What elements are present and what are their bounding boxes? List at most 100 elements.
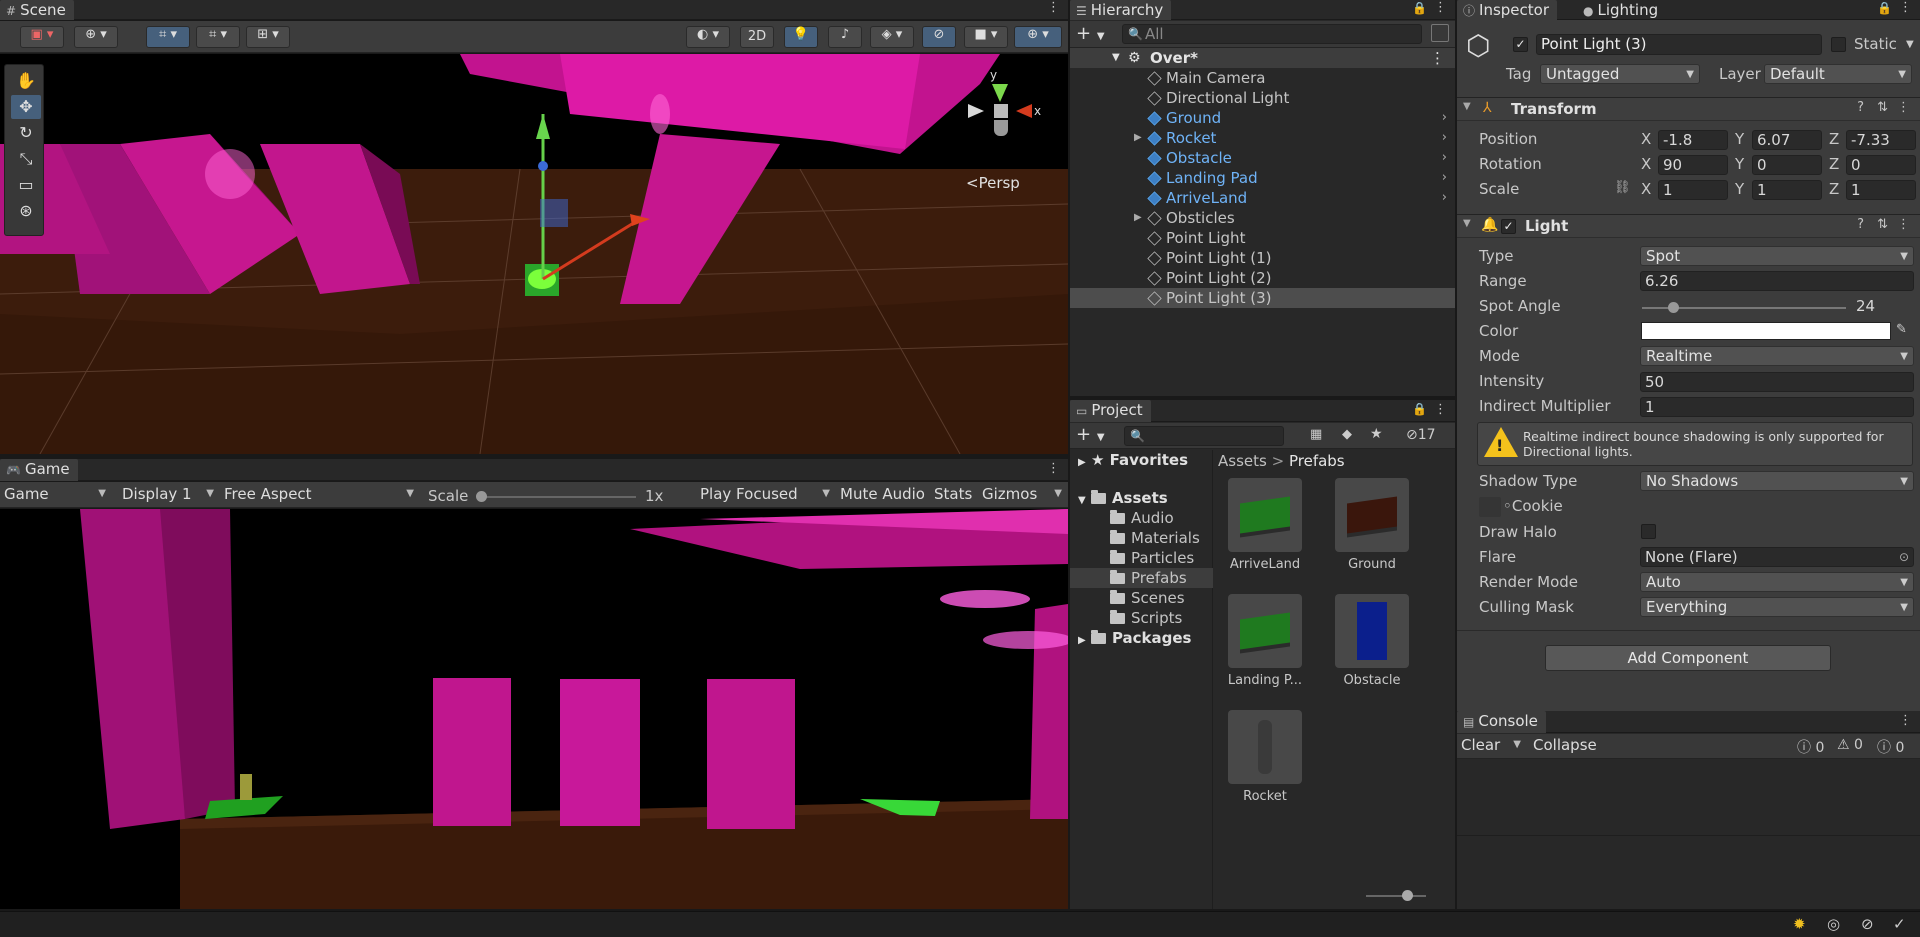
constrain-proportions-icon[interactable]: ⛓	[1614, 180, 1631, 195]
help-icon[interactable]: ?	[1857, 100, 1864, 115]
increment-snap-button[interactable]: ⊞ ▾	[246, 26, 290, 48]
scene-visibility-toggle[interactable]: ⊘	[922, 26, 956, 48]
scene-more-icon[interactable]: ⋮	[1047, 0, 1060, 15]
expand-arrow-icon[interactable]: ▼	[1112, 48, 1120, 68]
chevron-right-icon[interactable]: ›	[1442, 188, 1447, 208]
cache-server-icon[interactable]: ◎	[1827, 915, 1840, 933]
scene-more-icon[interactable]: ⋮	[1430, 48, 1445, 68]
hierarchy-row[interactable]: Main Camera	[1070, 68, 1455, 88]
gizmos-button[interactable]: ⊕ ▾	[1014, 26, 1062, 48]
scale-z-field[interactable]: 1	[1846, 180, 1916, 200]
chevron-right-icon[interactable]: ›	[1442, 128, 1447, 148]
clear-button[interactable]: Clear ▼	[1457, 735, 1525, 757]
rotation-y-field[interactable]: 0	[1752, 155, 1822, 175]
scale-x-field[interactable]: 1	[1658, 180, 1728, 200]
breadcrumb-assets[interactable]: Assets	[1218, 452, 1267, 470]
scene-viewport[interactable]: y x <Persp ✋ ✥ ↻ ⤡ ▭ ⊛	[0, 54, 1068, 454]
check-status-icon[interactable]: ✓	[1893, 915, 1906, 933]
2d-toggle[interactable]: 2D	[740, 26, 774, 48]
expand-arrow-icon[interactable]: ▶	[1134, 208, 1142, 228]
axis-label[interactable]: Z	[1829, 180, 1839, 198]
asset-item[interactable]: ArriveLand	[1215, 475, 1315, 585]
fold-arrow-icon[interactable]: ▼	[1463, 218, 1471, 229]
axis-label[interactable]: Y	[1735, 130, 1744, 148]
range-field[interactable]: 6.26	[1640, 271, 1914, 291]
light-header[interactable]: ▼ 🔔 ✓ Light ? ⇅ ⋮	[1457, 214, 1920, 238]
hierarchy-more-icon[interactable]: ⋮	[1434, 0, 1447, 15]
asset-item[interactable]: Ground	[1322, 475, 1422, 585]
hidden-packages-toggle[interactable]: ⊘17	[1406, 427, 1436, 443]
camera-button[interactable]: ■ ▾	[964, 26, 1008, 48]
breadcrumb-current[interactable]: Prefabs	[1289, 452, 1345, 470]
axis-label[interactable]: Z	[1829, 130, 1839, 148]
gizmo-neg-y-cone[interactable]	[994, 120, 1008, 136]
axis-label[interactable]: X	[1641, 180, 1651, 198]
hierarchy-row[interactable]: Point Light (2)	[1070, 268, 1455, 288]
axis-label[interactable]: X	[1641, 130, 1651, 148]
lighting-status-icon[interactable]: ✹	[1793, 915, 1806, 933]
create-asset-button[interactable]: + ▼	[1076, 424, 1105, 445]
light-enabled-checkbox[interactable]: ✓	[1501, 219, 1516, 234]
tab-inspector[interactable]: ⓘ Inspector	[1457, 0, 1557, 20]
spot-angle-slider[interactable]	[1642, 302, 1846, 313]
tab-console[interactable]: ▤ Console	[1457, 711, 1546, 733]
aspect-dropdown[interactable]: Free Aspect ▼	[220, 484, 418, 506]
color-swatch[interactable]	[1641, 322, 1891, 340]
hierarchy-row[interactable]: Ground ›	[1070, 108, 1455, 128]
tab-game[interactable]: 🎮 Game	[0, 459, 78, 481]
gizmo-neg-x-cone[interactable]	[968, 104, 984, 118]
draw-mode-button[interactable]: ▣ ▾	[20, 26, 64, 48]
expand-arrow-icon[interactable]: ▼	[1078, 495, 1086, 506]
gizmo-y-cone[interactable]	[992, 84, 1008, 102]
hierarchy-row[interactable]: Obstacle ›	[1070, 148, 1455, 168]
lock-icon[interactable]: 🔒	[1877, 1, 1892, 15]
render-mode-dropdown[interactable]: Auto ▼	[1640, 572, 1914, 592]
lock-icon[interactable]: 🔒	[1412, 402, 1427, 416]
inspector-more-icon[interactable]: ⋮	[1899, 0, 1912, 15]
chevron-right-icon[interactable]: ›	[1442, 108, 1447, 128]
axis-label[interactable]: Y	[1735, 155, 1744, 173]
scale-tool-icon[interactable]: ⤡	[11, 147, 41, 171]
tab-scene[interactable]: # Scene	[0, 0, 74, 20]
spot-angle-slider-thumb[interactable]	[1667, 302, 1679, 313]
hand-tool-icon[interactable]: ✋	[11, 69, 41, 93]
tab-project[interactable]: ▭ Project	[1070, 400, 1151, 422]
active-checkbox[interactable]: ✓	[1513, 37, 1528, 52]
hierarchy-search-input[interactable]: 🔍 All	[1122, 24, 1422, 44]
shadow-type-dropdown[interactable]: No Shadows ▼	[1640, 471, 1914, 491]
lighting-toggle[interactable]: 💡	[784, 26, 818, 48]
draw-halo-checkbox[interactable]	[1641, 524, 1656, 539]
scene-root-row[interactable]: ▼ ⚙ Over* ⋮	[1070, 48, 1455, 68]
chevron-right-icon[interactable]: ›	[1442, 168, 1447, 188]
scale-y-field[interactable]: 1	[1752, 180, 1822, 200]
log-count[interactable]: ⓘ 0	[1797, 737, 1824, 757]
scale-slider[interactable]	[476, 491, 636, 502]
static-dropdown-icon[interactable]: ▼	[1906, 39, 1914, 50]
render-mode-button[interactable]: ◐ ▾	[686, 26, 730, 48]
layer-dropdown[interactable]: Default ▼	[1764, 64, 1912, 84]
axis-label[interactable]: X	[1641, 155, 1651, 173]
audio-toggle[interactable]: ♪	[828, 26, 862, 48]
add-component-button[interactable]: Add Component	[1545, 645, 1831, 671]
position-y-field[interactable]: 6.07	[1752, 130, 1822, 150]
rotate-tool-icon[interactable]: ↻	[11, 121, 41, 145]
spot-angle-field[interactable]: 24	[1852, 297, 1914, 317]
folder-row[interactable]: Materials	[1070, 528, 1213, 548]
hierarchy-row[interactable]: Directional Light	[1070, 88, 1455, 108]
game-more-icon[interactable]: ⋮	[1047, 461, 1060, 476]
network-icon[interactable]: ⊘	[1861, 915, 1874, 933]
persp-label[interactable]: <Persp	[966, 174, 1020, 192]
fold-arrow-icon[interactable]: ▼	[1463, 101, 1471, 112]
favorite-star-icon[interactable]: ★	[1370, 426, 1383, 442]
folder-row[interactable]: Scenes	[1070, 588, 1213, 608]
project-more-icon[interactable]: ⋮	[1434, 402, 1447, 417]
object-picker-icon[interactable]: ⊙	[1899, 548, 1909, 566]
chevron-right-icon[interactable]: ›	[1442, 148, 1447, 168]
gizmo-x-cone[interactable]	[1016, 104, 1032, 118]
move-tool-icon[interactable]: ✥	[11, 95, 41, 119]
object-name-field[interactable]: Point Light (3)	[1536, 34, 1822, 55]
rotation-z-field[interactable]: 0	[1846, 155, 1916, 175]
create-button[interactable]: + ▼	[1076, 23, 1105, 44]
folder-row[interactable]: Prefabs	[1070, 568, 1213, 588]
transform-header[interactable]: ▼ ⅄ Transform ? ⇅ ⋮	[1457, 97, 1920, 121]
